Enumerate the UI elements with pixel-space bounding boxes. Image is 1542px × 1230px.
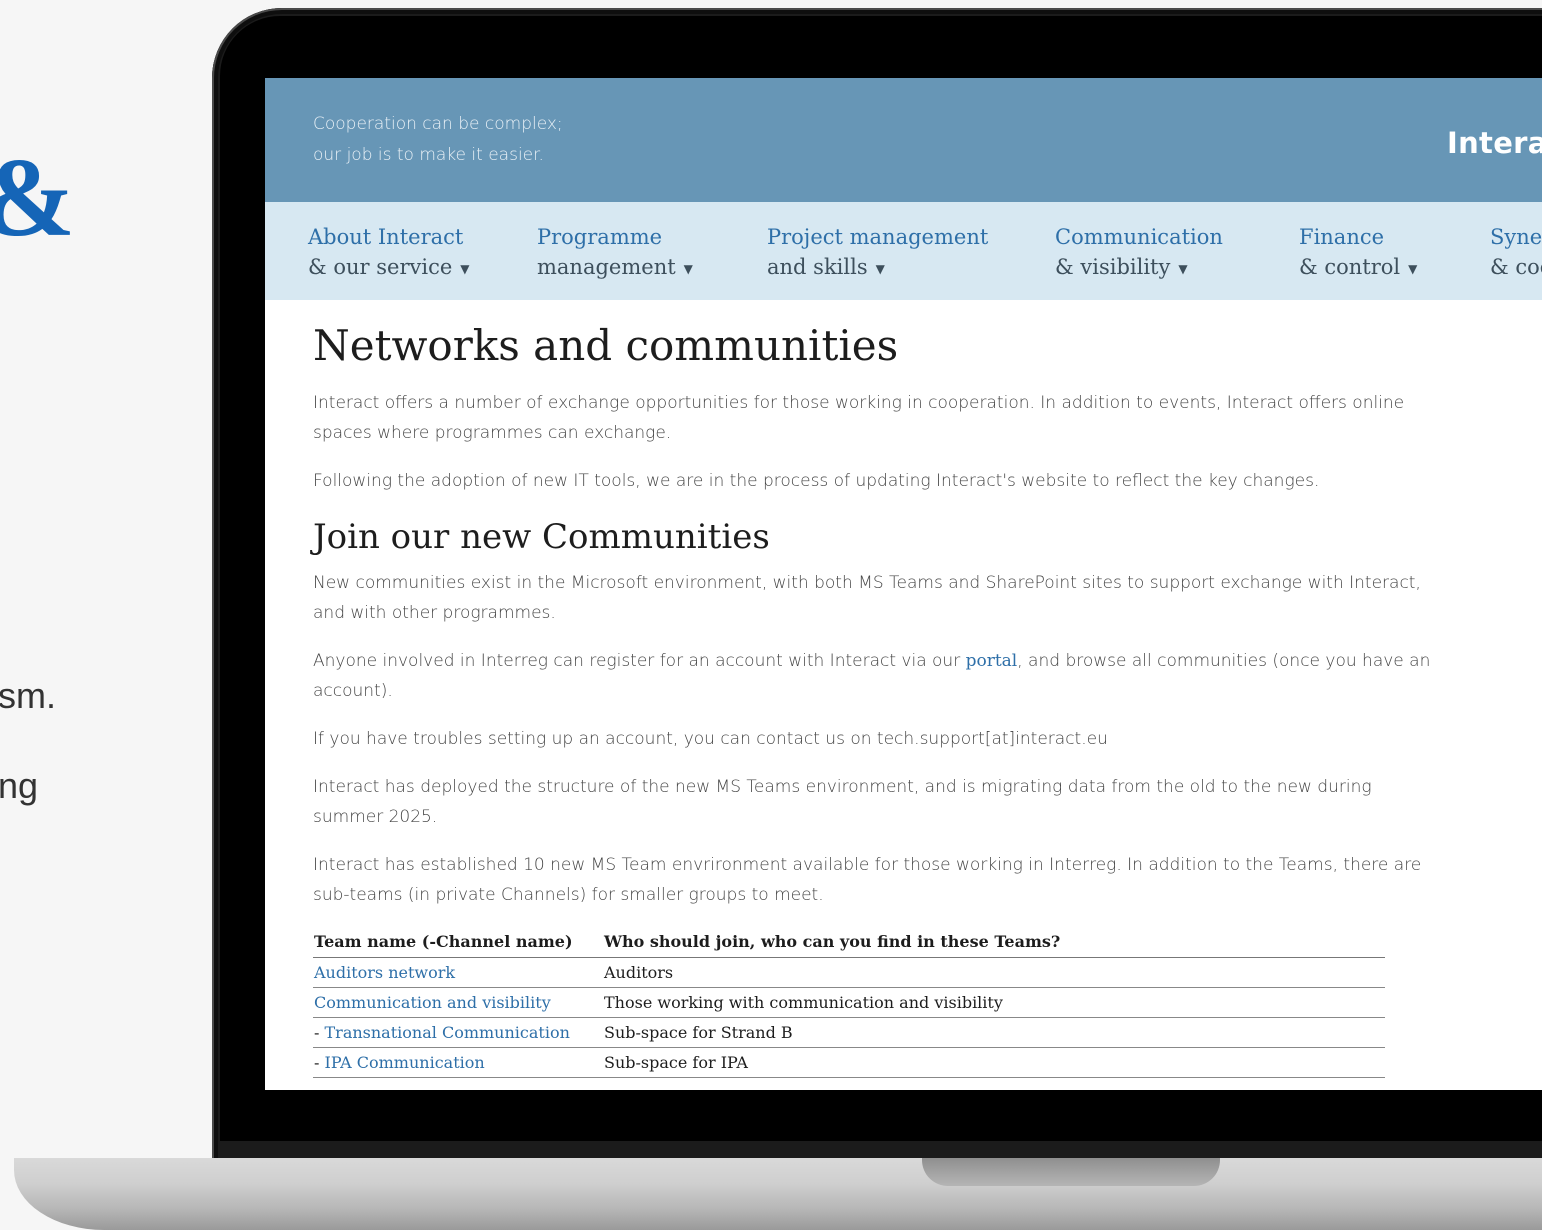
portal-link[interactable]: portal [966, 651, 1018, 671]
nav-item-title: Finance [1299, 225, 1385, 249]
caret-down-icon: ▼ [683, 261, 693, 276]
section-title: Join our new Communities [313, 517, 770, 557]
nav-item-subtitle: & our service [308, 255, 453, 279]
site-logo[interactable]: Intera [1447, 126, 1542, 160]
nav-about-interact[interactable]: About Interact & our service ▼ [308, 222, 470, 284]
support-paragraph: If you have troubles setting up an accou… [313, 729, 1108, 749]
teams-paragraph: Interact has established 10 new MS Team … [313, 855, 1422, 905]
tagline-line-2: our job is to make it easier. [313, 145, 544, 165]
laptop-notch [922, 1158, 1220, 1186]
nav-item-subtitle: and skills [767, 255, 868, 279]
row-prefix: - [314, 1023, 325, 1042]
register-text-before: Anyone involved in Interreg can register… [313, 651, 966, 671]
nav-communication-visibility[interactable]: Communication & visibility ▼ [1055, 222, 1223, 284]
caret-down-icon: ▼ [1178, 261, 1188, 276]
team-link[interactable]: Communication and visibility [314, 993, 551, 1012]
nav-item-title: Project management [767, 225, 989, 249]
background-text-fragment: ng [0, 765, 39, 806]
row-prefix: - [314, 1053, 325, 1072]
update-note-paragraph: Following the adoption of new IT tools, … [313, 471, 1320, 491]
team-description-cell: Those working with communication and vis… [603, 987, 1385, 1018]
teams-table: Team name (-Channel name) Who should joi… [313, 928, 1385, 1078]
nav-programme-management[interactable]: Programme management ▼ [537, 222, 693, 284]
table-row: Communication and visibility Those worki… [313, 987, 1385, 1018]
nav-item-subtitle: & control [1299, 255, 1401, 279]
table-row: Auditors network Auditors [313, 957, 1385, 988]
top-banner: Cooperation can be complex; our job is t… [265, 78, 1542, 202]
nav-item-title: About Interact [308, 225, 464, 249]
nav-finance-control[interactable]: Finance & control ▼ [1299, 222, 1417, 284]
team-name-cell: Auditors network [313, 957, 603, 988]
caret-down-icon: ▼ [460, 261, 470, 276]
main-content: Networks and communities Interact offers… [313, 318, 1443, 1078]
team-name-cell: Communication and visibility [313, 987, 603, 1018]
caret-down-icon: ▼ [1408, 261, 1418, 276]
nav-item-title: Programme [537, 225, 663, 249]
background-text-fragment: sm. [0, 675, 56, 716]
team-link[interactable]: Transnational Communication [325, 1023, 570, 1042]
team-name-cell: - IPA Communication [313, 1047, 603, 1078]
table-row: - Transnational Communication Sub-space … [313, 1017, 1385, 1048]
nav-project-management[interactable]: Project management and skills ▼ [767, 222, 988, 284]
communities-paragraph: New communities exist in the Microsoft e… [313, 573, 1421, 623]
team-name-cell: - Transnational Communication [313, 1017, 603, 1048]
laptop-screen: Cooperation can be complex; our job is t… [265, 78, 1542, 1090]
table-row: - IPA Communication Sub-space for IPA [313, 1047, 1385, 1078]
team-link[interactable]: IPA Communication [325, 1053, 485, 1072]
page-title: Networks and communities [313, 321, 899, 370]
table-header: Team name (-Channel name) [313, 928, 603, 958]
main-navigation: About Interact & our service ▼ Programme … [265, 202, 1542, 300]
team-description-cell: Sub-space for Strand B [603, 1017, 1385, 1048]
nav-item-subtitle: & coc [1490, 255, 1542, 279]
team-description-cell: Auditors [603, 957, 1385, 988]
team-link[interactable]: Auditors network [314, 963, 455, 982]
nav-item-title: Syne [1490, 225, 1542, 249]
tagline-line-1: Cooperation can be complex; [313, 114, 563, 134]
table-header-row: Team name (-Channel name) Who should joi… [313, 928, 1385, 958]
migration-paragraph: Interact has deployed the structure of t… [313, 777, 1372, 827]
tagline: Cooperation can be complex; our job is t… [313, 109, 563, 171]
intro-paragraph: Interact offers a number of exchange opp… [313, 393, 1405, 443]
nav-item-subtitle: & visibility [1055, 255, 1171, 279]
nav-item-subtitle: management [537, 255, 676, 279]
team-description-cell: Sub-space for IPA [603, 1047, 1385, 1078]
background-ampersand: & [0, 142, 75, 254]
register-paragraph: Anyone involved in Interreg can register… [313, 646, 1443, 706]
laptop-base [14, 1158, 1542, 1230]
nav-item-title: Communication [1055, 225, 1223, 249]
caret-down-icon: ▼ [875, 261, 885, 276]
table-header: Who should join, who can you find in the… [603, 928, 1385, 958]
nav-synergies[interactable]: Syne & coc [1490, 222, 1542, 282]
